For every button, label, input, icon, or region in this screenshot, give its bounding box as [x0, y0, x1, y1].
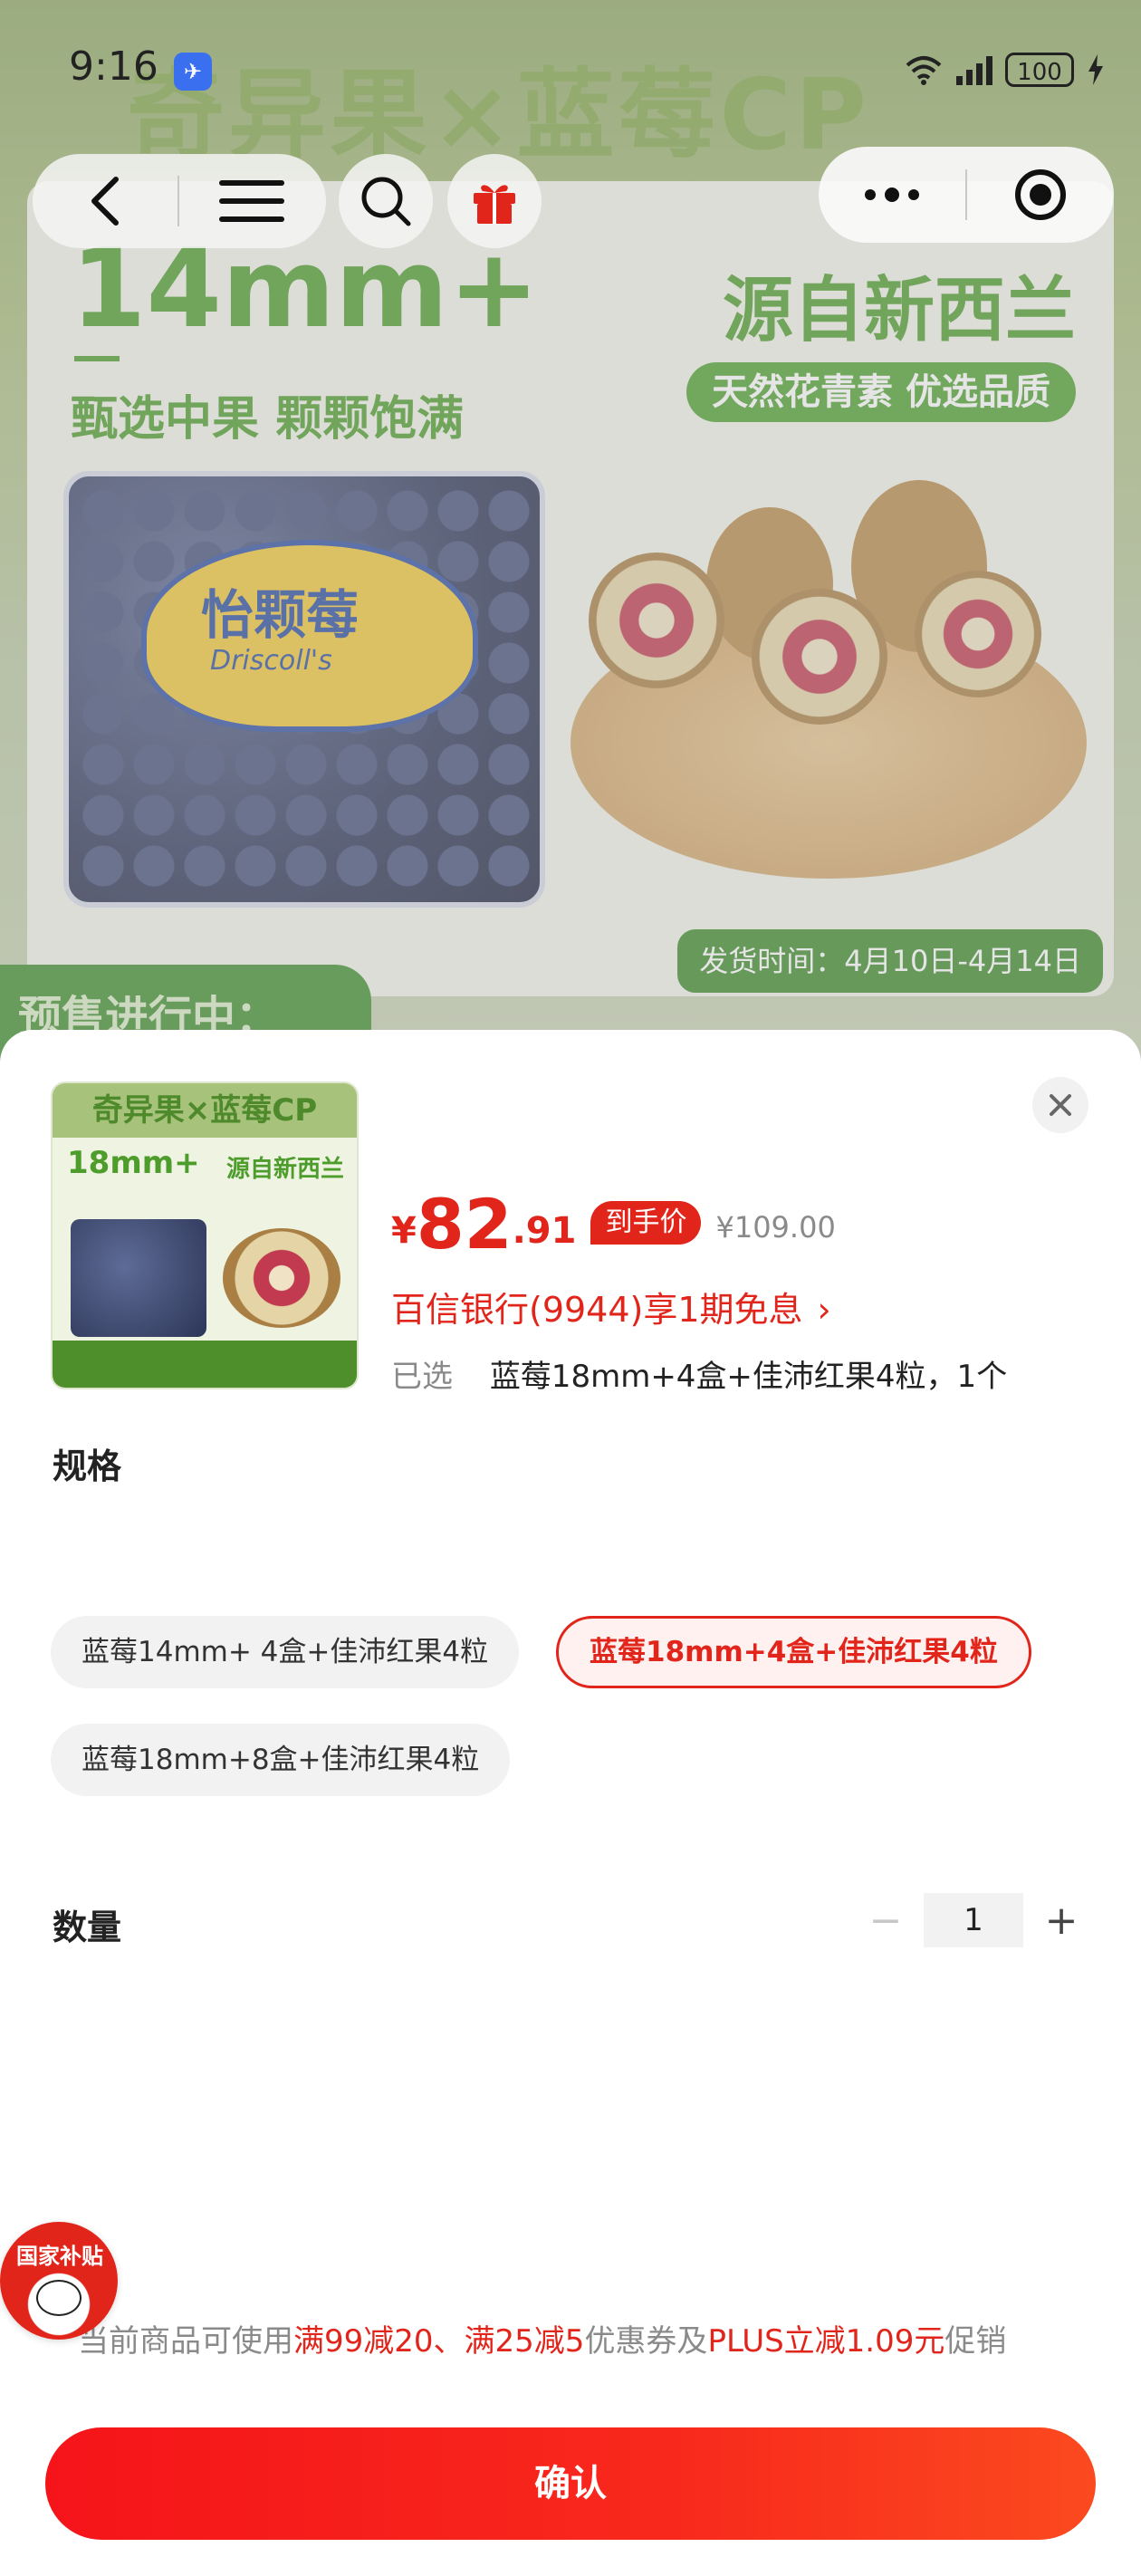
thumb-footer [53, 1341, 357, 1388]
promo-suffix: 促销 [944, 2323, 1007, 2360]
close-mini-program-button[interactable] [967, 147, 1114, 243]
gift-button[interactable] [447, 154, 542, 248]
spec-option[interactable]: 蓝莓14mm+ 4盒+佳沛红果4粒 [51, 1616, 520, 1688]
more-button[interactable] [819, 147, 965, 243]
installment-offer[interactable]: 百信银行(9944)享1期免息 › [391, 1282, 831, 1331]
quantity-stepper: − 1 + [858, 1893, 1088, 1947]
price-row: ¥ 82 .91 到手价 ¥109.00 [391, 1188, 836, 1261]
app-notification-icon: ✈ [174, 53, 212, 91]
gift-icon [474, 185, 515, 224]
promo-coupons: 满99减20、满25减5 [293, 2323, 585, 2360]
mini-program-capsule [819, 147, 1114, 243]
wifi-icon [906, 56, 942, 85]
thumb-title: 奇异果×蓝莓CP [53, 1083, 357, 1138]
spec-option[interactable]: 蓝莓18mm+8盒+佳沛红果4粒 [51, 1724, 511, 1796]
national-subsidy-badge[interactable]: 国家补贴 [0, 2222, 118, 2340]
search-icon [361, 177, 411, 226]
hamburger-menu-icon [219, 180, 284, 222]
selected-label: 已选 [391, 1359, 453, 1395]
thumb-blueberries [71, 1219, 206, 1337]
spec-section-title: 规格 [53, 1447, 122, 1486]
original-price: ¥109.00 [715, 1210, 836, 1245]
mascot-icon [36, 2280, 82, 2316]
status-time: 9:16 [69, 43, 158, 90]
quantity-section-title: 数量 [53, 1908, 122, 1947]
decrement-button[interactable]: − [858, 1898, 913, 1944]
promo-plus-discount: PLUS立减1.09元 [707, 2323, 945, 2360]
confirm-button[interactable]: 确认 [45, 2427, 1096, 2540]
selected-summary: 已选 蓝莓18mm+4盒+佳沛红果4粒，1个 [391, 1351, 1007, 1396]
price-integer: 82 [416, 1184, 513, 1264]
quantity-input[interactable]: 1 [924, 1893, 1023, 1947]
promo-prefix: 当前商品可使用 [78, 2323, 293, 2360]
price-decimal: .91 [512, 1210, 577, 1252]
charging-icon [1088, 54, 1103, 85]
product-thumbnail: 奇异果×蓝莓CP 18mm+ 源自新西兰 [51, 1081, 359, 1389]
status-bar: 9:16 ✈ 100 [0, 0, 1141, 91]
promo-info: 当前商品可使用满99减20、满25减5优惠券及PLUS立减1.09元促销 [78, 2316, 1006, 2360]
battery-icon: 100 [1005, 53, 1074, 87]
more-dots-icon [865, 187, 919, 202]
back-button[interactable] [33, 154, 177, 248]
increment-button[interactable]: + [1034, 1898, 1088, 1944]
back-arrow-icon [91, 177, 119, 226]
status-indicators: 100 [904, 47, 1105, 92]
close-button[interactable] [1032, 1077, 1088, 1133]
menu-button[interactable] [179, 154, 324, 248]
final-price-tag: 到手价 [590, 1201, 702, 1245]
chevron-right-icon: › [817, 1290, 831, 1330]
installment-text: 百信银行(9944)享1期免息 [391, 1290, 803, 1330]
selected-value: 蓝莓18mm+4盒+佳沛红果4粒，1个 [489, 1359, 1008, 1395]
search-button[interactable] [339, 154, 433, 248]
signal-icon [956, 54, 992, 85]
close-icon [1050, 1094, 1071, 1116]
nav-pill [33, 154, 326, 248]
price-currency: ¥ [391, 1210, 417, 1252]
thumb-kiwi [223, 1228, 340, 1328]
thumb-origin: 源自新西兰 [225, 1156, 344, 1183]
target-circle-icon [1015, 169, 1066, 220]
promo-middle: 优惠券及 [584, 2323, 708, 2360]
sku-selection-sheet: 奇异果×蓝莓CP 18mm+ 源自新西兰 ¥ 82 .91 到手价 ¥109.0… [0, 1030, 1141, 2576]
thumb-size: 18mm+ [67, 1145, 200, 1181]
spec-option-selected[interactable]: 蓝莓18mm+4盒+佳沛红果4粒 [556, 1616, 1031, 1688]
subsidy-label: 国家补贴 [16, 2244, 103, 2269]
